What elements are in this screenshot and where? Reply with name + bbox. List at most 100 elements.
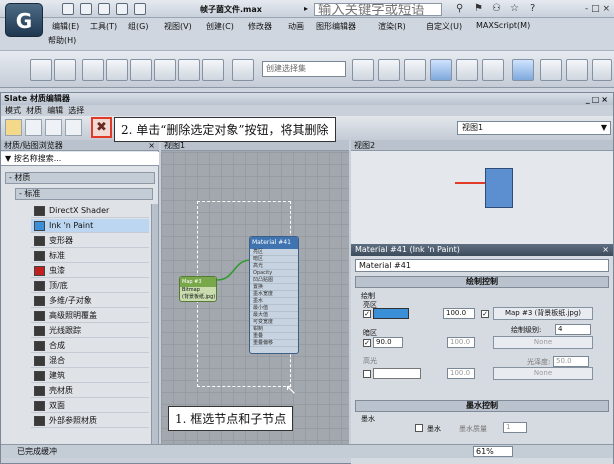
render-setup-icon[interactable] xyxy=(540,59,562,81)
select-icon[interactable] xyxy=(106,59,128,81)
menu-views[interactable]: 视图(V) xyxy=(164,21,192,32)
curve-editor-icon[interactable] xyxy=(456,59,478,81)
highlight-color-swatch[interactable] xyxy=(373,368,421,379)
shaded-checkbox[interactable]: ✓ xyxy=(363,339,371,347)
material-item[interactable]: 变形器 xyxy=(31,234,149,248)
zoom-field[interactable]: 61% xyxy=(473,446,513,457)
ink-quality-spinner[interactable]: 1 xyxy=(503,422,527,433)
slate-menu-mode[interactable]: 模式 xyxy=(5,106,21,115)
material-item[interactable]: 虫漆 xyxy=(31,264,149,278)
edit-named-sets-icon[interactable] xyxy=(232,59,254,81)
named-selection-dropdown[interactable]: 创建选择集 xyxy=(262,61,346,77)
node-slot[interactable]: 高光 xyxy=(250,263,298,270)
new-icon[interactable] xyxy=(62,3,74,15)
angle-snap-icon[interactable] xyxy=(154,59,176,81)
material-node[interactable]: Material #41 亮区 暗区 高光 Opacity 凹凸贴图 置换 墨水宽度 墨水 最小… xyxy=(249,236,299,354)
material-item[interactable]: 双面 xyxy=(31,399,149,413)
view-dropdown[interactable]: 视图1 ▼ xyxy=(457,121,611,135)
node-slot[interactable]: 钳制 xyxy=(250,326,298,333)
move-icon[interactable] xyxy=(82,59,104,81)
percent-snap-icon[interactable] xyxy=(178,59,200,81)
redo-icon[interactable] xyxy=(134,3,146,15)
search-by-name-field[interactable]: ▼ 按名称搜索... xyxy=(1,152,159,166)
material-editor-icon[interactable] xyxy=(512,59,534,81)
slate-menu-material[interactable]: 材质 xyxy=(26,106,42,115)
render-frame-icon[interactable] xyxy=(566,59,588,81)
application-button[interactable]: G xyxy=(5,3,43,37)
save-icon[interactable] xyxy=(98,3,110,15)
search-input[interactable] xyxy=(314,3,442,16)
ink-checkbox[interactable] xyxy=(415,424,423,432)
select-link-button[interactable] xyxy=(54,59,76,81)
material-item[interactable]: 外部参照材质 xyxy=(31,414,149,428)
lit-map-button[interactable]: Map #3 (背景板纸.jpg) xyxy=(493,307,593,320)
rollout-ink-controls[interactable]: 墨水控制 xyxy=(355,400,609,412)
snap-icon[interactable] xyxy=(130,59,152,81)
node-slot[interactable]: 重叠 xyxy=(250,333,298,340)
node-slot[interactable]: 重叠偏移 xyxy=(250,340,298,347)
lit-amount[interactable]: 100.0 xyxy=(443,308,475,319)
lit-color-swatch[interactable] xyxy=(373,308,409,319)
open-icon[interactable] xyxy=(80,3,92,15)
menu-maxscript[interactable]: MAXScript(M) xyxy=(476,21,530,30)
undo-icon[interactable] xyxy=(116,3,128,15)
menu-edit[interactable]: 编辑(E) xyxy=(52,21,79,32)
menu-animation[interactable]: 动画 xyxy=(288,21,304,32)
material-item[interactable]: 多维/子对象 xyxy=(31,294,149,308)
binoculars-icon[interactable]: ⚲ xyxy=(456,3,463,14)
mirror-icon[interactable] xyxy=(352,59,374,81)
menu-graph-editors[interactable]: 图形编辑器 xyxy=(316,21,356,32)
layer-manager-icon[interactable] xyxy=(404,59,426,81)
rollout-paint-controls[interactable]: 绘制控制 xyxy=(355,276,609,288)
material-item[interactable]: 壳材质 xyxy=(31,384,149,398)
node-slot[interactable]: 墨水宽度 xyxy=(250,291,298,298)
help-icon[interactable]: ? xyxy=(530,3,535,14)
node-slot[interactable]: 暗区 xyxy=(250,256,298,263)
subscription-icon[interactable]: ⚑ xyxy=(474,3,483,14)
node-slot[interactable]: 凹凸贴图 xyxy=(250,277,298,284)
material-item[interactable]: 光线跟踪 xyxy=(31,324,149,338)
put-to-scene-icon[interactable] xyxy=(45,119,62,136)
material-name-field[interactable]: Material #41 xyxy=(355,259,609,272)
select-tool-icon[interactable] xyxy=(5,119,22,136)
highlight-map-amount[interactable]: 100.0 xyxy=(447,368,475,379)
lit-checkbox[interactable]: ✓ xyxy=(363,310,371,318)
menu-group[interactable]: 组(G) xyxy=(128,21,148,32)
slate-menu-select[interactable]: 选择 xyxy=(68,106,84,115)
material-item[interactable]: 标准 xyxy=(31,249,149,263)
highlight-checkbox[interactable] xyxy=(363,370,371,378)
material-item[interactable]: 混合 xyxy=(31,354,149,368)
spinner-snap-icon[interactable] xyxy=(202,59,224,81)
menu-tools[interactable]: 工具(T) xyxy=(90,21,117,32)
node-slot[interactable]: 墨水 xyxy=(250,298,298,305)
menu-create[interactable]: 创建(C) xyxy=(206,21,234,32)
shaded-map-button[interactable]: None xyxy=(493,336,593,349)
group-materials[interactable]: - 材质 xyxy=(5,172,155,184)
shaded-amount[interactable]: 90.0 xyxy=(373,337,403,348)
node-slot[interactable]: 可变宽度 xyxy=(250,319,298,326)
material-item[interactable]: 顶/底 xyxy=(31,279,149,293)
levels-spinner[interactable]: 4 xyxy=(555,324,591,335)
undo-button[interactable] xyxy=(30,59,52,81)
node-slot[interactable]: Opacity xyxy=(250,270,298,277)
node-slot[interactable]: 置换 xyxy=(250,284,298,291)
group-standard[interactable]: - 标准 xyxy=(15,188,153,200)
bitmap-node[interactable]: Map #3 Bitmap (背景板纸.jpg) xyxy=(179,276,217,302)
star-icon[interactable]: ☆ xyxy=(510,3,519,14)
material-item[interactable]: DirectX Shader xyxy=(31,204,149,218)
pick-material-icon[interactable] xyxy=(25,119,42,136)
node-slot[interactable]: 最小值 xyxy=(250,305,298,312)
lit-map-checkbox[interactable]: ✓ xyxy=(481,310,489,318)
graphite-ribbon-icon[interactable] xyxy=(430,59,452,81)
material-item[interactable]: 建筑 xyxy=(31,369,149,383)
schematic-view-icon[interactable] xyxy=(482,59,504,81)
community-icon[interactable]: ⚇ xyxy=(492,3,501,14)
node-slot[interactable]: 亮区 xyxy=(250,249,298,256)
window-controls[interactable]: - □ × xyxy=(585,4,610,14)
menu-customize[interactable]: 自定义(U) xyxy=(426,21,462,32)
shaded-map-amount[interactable]: 100.0 xyxy=(447,337,475,348)
browser-scrollbar[interactable] xyxy=(151,204,158,444)
material-item[interactable]: Ink 'n Paint xyxy=(31,219,149,233)
assign-material-icon[interactable] xyxy=(65,119,82,136)
align-icon[interactable] xyxy=(378,59,400,81)
